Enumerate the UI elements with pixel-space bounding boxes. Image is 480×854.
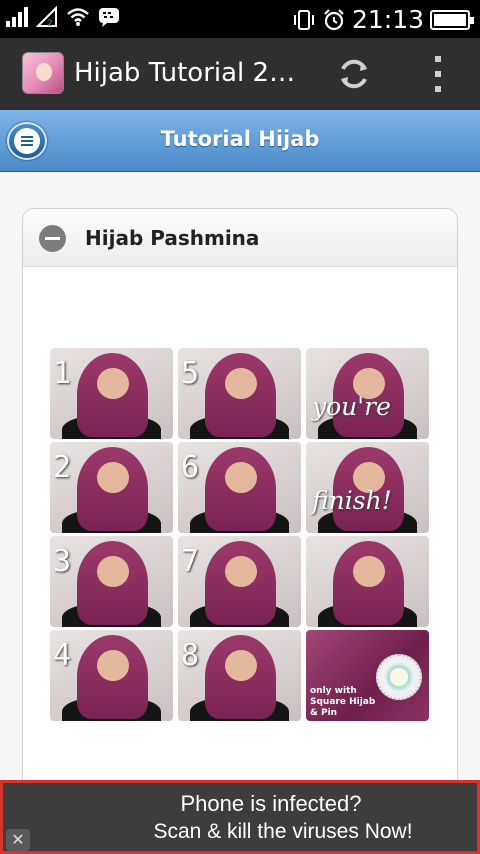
fabric-and-pin-photo: only with Square Hijab & Pin [306,630,429,721]
action-bar: Hijab Tutorial 2… [0,38,480,110]
page-title: Tutorial Hijab [160,127,320,151]
close-icon[interactable]: ✕ [6,829,30,851]
ad-banner[interactable]: Phone is infected? Scan & kill the virus… [0,780,480,854]
materials-note-line: & Pin [310,708,338,718]
step-number: 6 [181,450,200,485]
caption-youre: you're [312,392,391,421]
step-number: 5 [181,356,200,391]
alarm-icon [324,8,344,30]
step-photo-3: 3 [50,536,173,627]
status-left-icons: 2 [6,6,120,28]
caption-finish: finish! [312,486,392,515]
step-number: 2 [53,450,72,485]
bbm-icon [99,8,119,27]
ad-subline[interactable]: Scan & kill the viruses Now! [3,820,480,844]
page-content: Hijab Pashmina 1 5 you're 2 6 finish! 3 … [0,173,480,808]
battery-level [434,13,466,26]
page-header: Tutorial Hijab [0,110,480,172]
step-number: 4 [53,638,72,673]
step-photo-6: 6 [178,442,301,533]
step-number: 1 [53,356,72,391]
app-title: Hijab Tutorial 2… [74,58,296,88]
svg-text:2: 2 [47,19,53,28]
status-bar: 2 21:13 [0,0,480,38]
collapsible-hijab-pashmina: Hijab Pashmina 1 5 you're 2 6 finish! 3 … [22,208,458,808]
step-photo-4: 4 [50,630,173,721]
step-photo-1: 1 [50,348,173,439]
step-photo-2: 2 [50,442,173,533]
collapsible-title[interactable]: Hijab Pashmina [85,226,259,250]
step-photo-5: 5 [178,348,301,439]
ad-headline[interactable]: Phone is infected? [3,791,480,817]
result-photo-1: you're [306,348,429,439]
vibrate-icon [293,9,314,30]
tutorial-image: 1 5 you're 2 6 finish! 3 7 4 8 only with… [50,348,430,722]
mobile-data-icon: 2 [36,6,57,28]
step-photo-7: 7 [178,536,301,627]
materials-note-line: only with [310,686,357,696]
step-number: 8 [181,638,200,673]
battery-icon [430,9,474,30]
wifi-icon [67,8,89,26]
step-number: 3 [53,544,72,579]
result-photo-2: finish! [306,442,429,533]
refresh-icon[interactable] [334,54,374,94]
status-time: 21:13 [351,5,424,34]
collapsible-header[interactable]: Hijab Pashmina [23,209,457,267]
minus-icon[interactable] [39,225,66,252]
step-number: 7 [181,544,200,579]
result-photo-3 [306,536,429,627]
status-right-icons: 21:13 [292,5,474,34]
step-photo-8: 8 [178,630,301,721]
app-icon[interactable] [22,52,64,94]
materials-note: only with Square Hijab & Pin [310,686,380,719]
signal-icon [6,7,28,27]
hijab-pin-image [376,654,422,700]
overflow-menu-icon[interactable] [432,56,444,92]
materials-note-line: Square Hijab [310,697,376,707]
